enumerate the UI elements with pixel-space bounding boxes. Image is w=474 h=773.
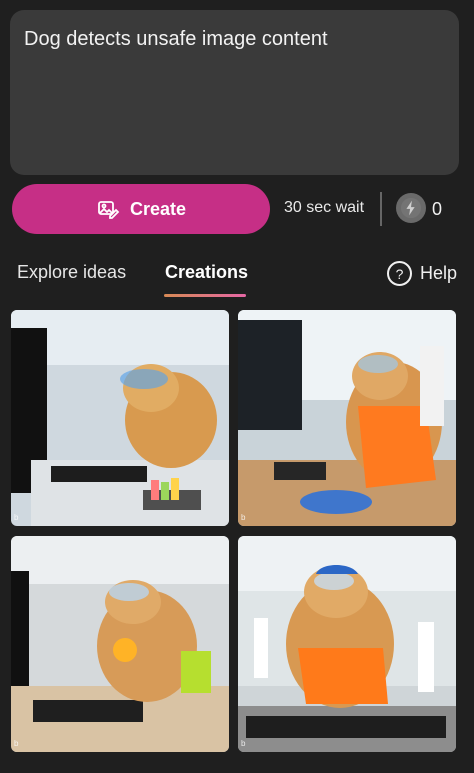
help-label: Help — [420, 263, 458, 283]
image-grid: b b b b — [11, 310, 456, 755]
creation-image-1[interactable]: b — [11, 310, 229, 526]
active-tab-indicator — [164, 294, 246, 297]
prompt-text[interactable]: Dog detects unsafe image content — [24, 28, 445, 51]
image-badge: b — [14, 513, 19, 522]
creation-image-2[interactable]: b — [238, 310, 456, 526]
boost-count: 0 — [432, 199, 443, 219]
action-row: Create 30 sec wait 0 — [12, 184, 462, 234]
boost-icon[interactable] — [396, 193, 426, 223]
tab-explore-ideas[interactable]: Explore ideas — [17, 262, 126, 283]
image-badge: b — [14, 739, 19, 748]
help-icon: ? — [387, 261, 412, 286]
image-badge: b — [241, 513, 246, 522]
creation-image-4[interactable]: b — [238, 536, 456, 752]
wait-time: 30 sec wait — [284, 199, 365, 216]
image-badge: b — [241, 739, 246, 748]
help-button[interactable]: ? Help — [387, 261, 457, 286]
image-edit-icon — [98, 201, 120, 219]
create-button[interactable]: Create — [12, 184, 270, 234]
creation-image-3[interactable]: b — [11, 536, 229, 752]
lightning-icon — [400, 197, 422, 219]
tabs: Explore ideas Creations ? Help — [0, 261, 474, 302]
tab-creations[interactable]: Creations — [165, 262, 248, 283]
prompt-input[interactable]: Dog detects unsafe image content — [10, 10, 459, 175]
create-label: Create — [129, 198, 187, 219]
divider — [380, 192, 382, 226]
